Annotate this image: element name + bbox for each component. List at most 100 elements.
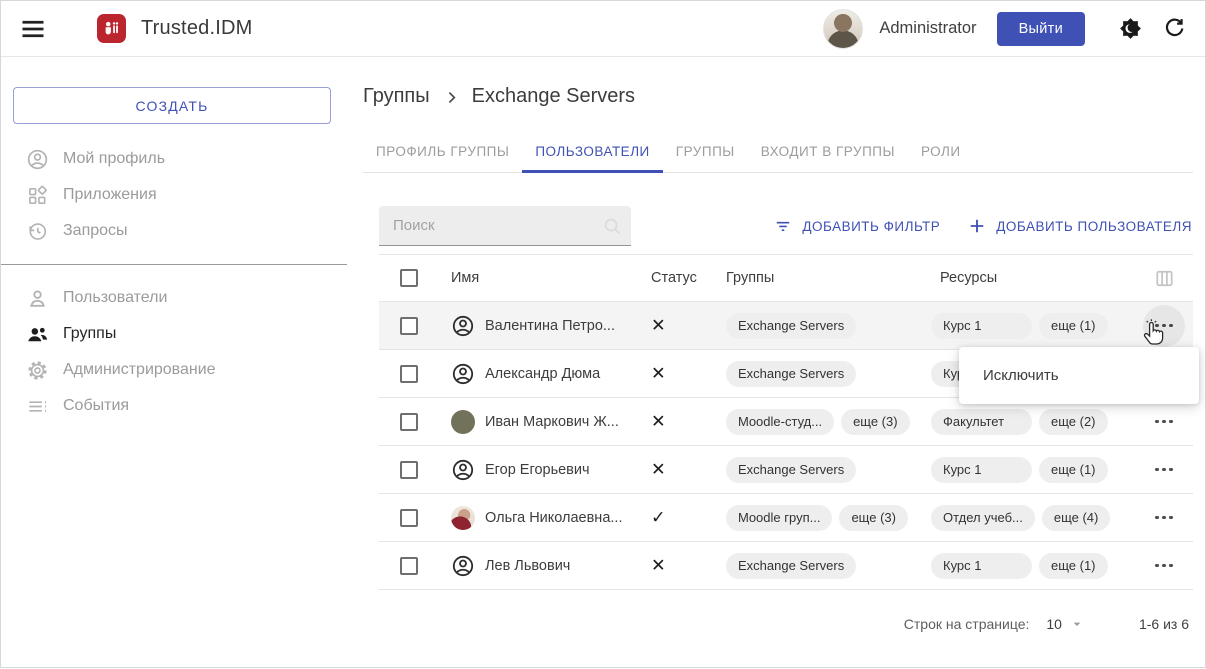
breadcrumb: Группы Exchange Servers <box>363 82 1205 110</box>
user-photo-avatar <box>451 410 475 434</box>
column-header-groups: Группы <box>719 270 924 286</box>
app-window: Trusted.IDM Administrator Выйти СОЗДАТЬ <box>0 0 1206 668</box>
pagination-range: 1-6 из 6 <box>1139 616 1189 632</box>
row-actions-button[interactable] <box>1143 305 1185 347</box>
administration-icon <box>26 359 49 382</box>
row-checkbox[interactable] <box>400 413 418 431</box>
column-header-resources: Ресурсы <box>924 270 1135 286</box>
table-header: Имя Статус Группы Ресурсы <box>379 254 1193 302</box>
resources-cell: Факультетеще (2) <box>924 409 1135 435</box>
search-icon <box>601 215 623 237</box>
chip: еще (1) <box>1039 553 1108 579</box>
user-name-cell[interactable]: Иван Маркович Ж... <box>441 410 649 434</box>
create-button[interactable]: СОЗДАТЬ <box>13 87 331 124</box>
chip: Moodle груп... <box>726 505 832 531</box>
sidebar-item-requests[interactable]: Запросы <box>1 213 361 249</box>
groups-cell: Exchange Servers <box>719 553 924 579</box>
chip: Курс 1 <box>931 553 1032 579</box>
account-circle-icon <box>451 554 475 578</box>
hamburger-menu-icon[interactable] <box>19 15 47 43</box>
caret-down-icon <box>1069 616 1085 632</box>
sidebar-item-my-profile[interactable]: Мой профиль <box>1 141 361 177</box>
theme-toggle-icon[interactable] <box>1118 16 1143 41</box>
chip: еще (4) <box>1042 505 1111 531</box>
search-input[interactable] <box>379 206 631 246</box>
sidebar-item-users[interactable]: Пользователи <box>1 280 361 316</box>
sidebar-item-applications[interactable]: Приложения <box>1 177 361 213</box>
user-name-cell[interactable]: Валентина Петро... <box>441 314 649 338</box>
chip: Exchange Servers <box>726 553 856 579</box>
resources-cell: Курс 1 еще (1) <box>924 457 1135 483</box>
tab-group-profile[interactable]: ПРОФИЛЬ ГРУППЫ <box>363 131 522 173</box>
table-row: Валентина Петро... ✕ Exchange Servers Ку… <box>379 302 1193 350</box>
user-avatar[interactable] <box>823 9 863 49</box>
column-header-name: Имя <box>441 270 649 286</box>
chip: Отдел учеб... <box>931 505 1035 531</box>
chip: Exchange Servers <box>726 457 856 483</box>
filter-icon <box>773 216 793 236</box>
groups-cell: Exchange Servers <box>719 457 924 483</box>
groups-cell: Moodle-студ...еще (3) <box>719 409 924 435</box>
row-checkbox[interactable] <box>400 365 418 383</box>
chevron-right-icon <box>443 89 460 106</box>
row-checkbox[interactable] <box>400 317 418 335</box>
tab-users[interactable]: ПОЛЬЗОВАТЕЛИ <box>522 131 662 173</box>
row-actions-button[interactable] <box>1143 401 1185 443</box>
groups-cell: Moodle груп...еще (3) <box>719 505 924 531</box>
account-circle-icon <box>451 362 475 386</box>
breadcrumb-current: Exchange Servers <box>472 85 635 108</box>
user-name-cell[interactable]: Александр Дюма <box>441 362 649 386</box>
groups-cell: Exchange Servers <box>719 361 924 387</box>
status-active-icon: ✓ <box>649 507 719 528</box>
add-user-button[interactable]: ДОБАВИТЬ ПОЛЬЗОВАТЕЛЯ <box>967 216 1192 236</box>
row-checkbox[interactable] <box>400 557 418 575</box>
user-name-cell[interactable]: Егор Егорьевич <box>441 458 649 482</box>
status-inactive-icon: ✕ <box>649 315 719 336</box>
tab-bar: ПРОФИЛЬ ГРУППЫПОЛЬЗОВАТЕЛИГРУППЫВХОДИТ В… <box>363 131 1193 173</box>
table-row: Ольга Николаевна... ✓ Moodle груп...еще … <box>379 494 1193 542</box>
refresh-icon[interactable] <box>1162 16 1187 41</box>
chip: Exchange Servers <box>726 313 856 339</box>
user-photo-avatar <box>451 506 475 530</box>
row-checkbox[interactable] <box>400 509 418 527</box>
column-settings-icon[interactable] <box>1153 267 1176 290</box>
applications-icon <box>26 184 49 207</box>
topbar: Trusted.IDM Administrator Выйти <box>1 1 1205 57</box>
row-actions-button[interactable] <box>1143 449 1185 491</box>
sidebar-item-events[interactable]: События <box>1 388 361 424</box>
breadcrumb-parent[interactable]: Группы <box>363 85 430 108</box>
sidebar: СОЗДАТЬ Мой профиль Приложения Запросы П… <box>1 57 361 669</box>
select-all-checkbox[interactable] <box>400 269 418 287</box>
tab-groups[interactable]: ГРУППЫ <box>663 131 748 173</box>
chip: еще (1) <box>1039 457 1108 483</box>
user-name-cell[interactable]: Лев Львович <box>441 554 649 578</box>
app-title: Trusted.IDM <box>141 17 252 40</box>
toolbar: ДОБАВИТЬ ФИЛЬТР ДОБАВИТЬ ПОЛЬЗОВАТЕЛЯ <box>379 206 1192 246</box>
users-icon <box>26 287 49 310</box>
my-profile-icon <box>26 148 49 171</box>
plus-icon <box>967 216 987 236</box>
status-inactive-icon: ✕ <box>649 411 719 432</box>
resources-cell: Курс 1еще (1) <box>924 313 1135 339</box>
rows-per-page-select[interactable]: 10 <box>1046 616 1085 632</box>
tab-member-of-groups[interactable]: ВХОДИТ В ГРУППЫ <box>748 131 908 173</box>
account-circle-icon <box>451 314 475 338</box>
sidebar-item-groups[interactable]: Группы <box>1 316 361 352</box>
table-row: Лев Львович ✕ Exchange Servers Курс 1еще… <box>379 542 1193 590</box>
row-actions-button[interactable] <box>1143 545 1185 587</box>
chip: Курс 1 <box>931 457 1032 483</box>
status-inactive-icon: ✕ <box>649 363 719 384</box>
app-logo-icon <box>97 14 126 43</box>
account-circle-icon <box>451 458 475 482</box>
menu-item-exclude[interactable]: Исключить <box>959 347 1199 404</box>
user-name-cell[interactable]: Ольга Николаевна... <box>441 506 649 530</box>
add-filter-button[interactable]: ДОБАВИТЬ ФИЛЬТР <box>773 216 940 236</box>
context-menu: Исключить <box>959 347 1199 404</box>
status-inactive-icon: ✕ <box>649 459 719 480</box>
logout-button[interactable]: Выйти <box>997 12 1085 46</box>
sidebar-divider <box>1 264 347 265</box>
row-checkbox[interactable] <box>400 461 418 479</box>
tab-roles[interactable]: РОЛИ <box>908 131 974 173</box>
sidebar-item-administration[interactable]: Администрирование <box>1 352 361 388</box>
row-actions-button[interactable] <box>1143 497 1185 539</box>
